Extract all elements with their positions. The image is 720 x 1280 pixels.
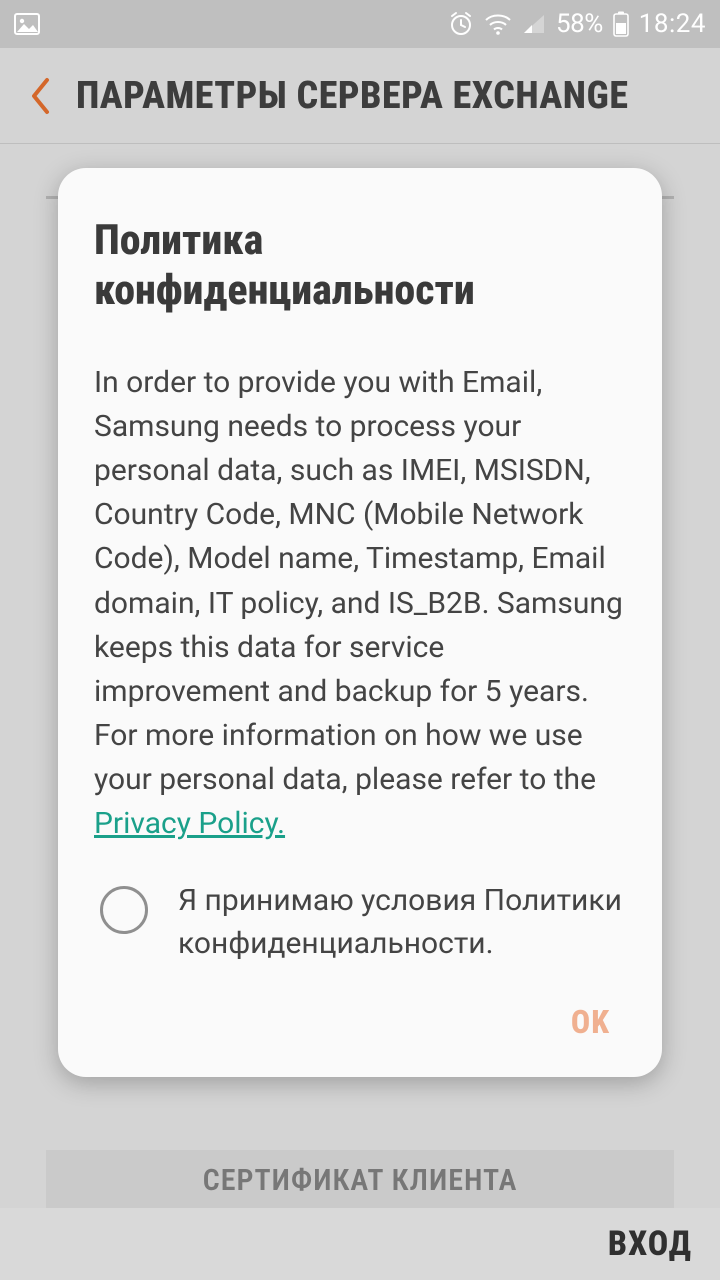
accept-text: Я принимаю условия Политики конфиденциал… xyxy=(178,880,626,965)
battery-icon xyxy=(613,11,629,37)
dialog-body-text: In order to provide you with Email, Sams… xyxy=(94,365,623,797)
battery-percent-text: 58% xyxy=(556,9,603,39)
accept-row[interactable]: Я принимаю условия Политики конфиденциал… xyxy=(94,880,626,965)
status-right: 58% 18:24 xyxy=(448,9,706,39)
privacy-policy-link[interactable]: Privacy Policy. xyxy=(94,806,285,841)
dialog-body: In order to provide you with Email, Sams… xyxy=(94,361,626,846)
clock-text: 18:24 xyxy=(639,9,706,39)
dialog-actions: OK xyxy=(94,995,626,1049)
ok-button[interactable]: OK xyxy=(561,995,620,1049)
bottom-bar: ВХОД xyxy=(0,1208,720,1280)
dialog-title: Политика конфиденциальности xyxy=(94,216,626,315)
wifi-icon xyxy=(484,13,512,35)
picture-icon xyxy=(14,13,40,35)
modal-overlay: Политика конфиденциальности In order to … xyxy=(0,48,720,1208)
privacy-dialog: Политика конфиденциальности In order to … xyxy=(58,168,662,1077)
accept-radio[interactable] xyxy=(100,886,148,934)
signal-icon xyxy=(522,13,546,35)
alarm-icon xyxy=(448,11,474,37)
status-left xyxy=(14,13,40,35)
android-status-bar: 58% 18:24 xyxy=(0,0,720,48)
login-button[interactable]: ВХОД xyxy=(608,1224,692,1264)
